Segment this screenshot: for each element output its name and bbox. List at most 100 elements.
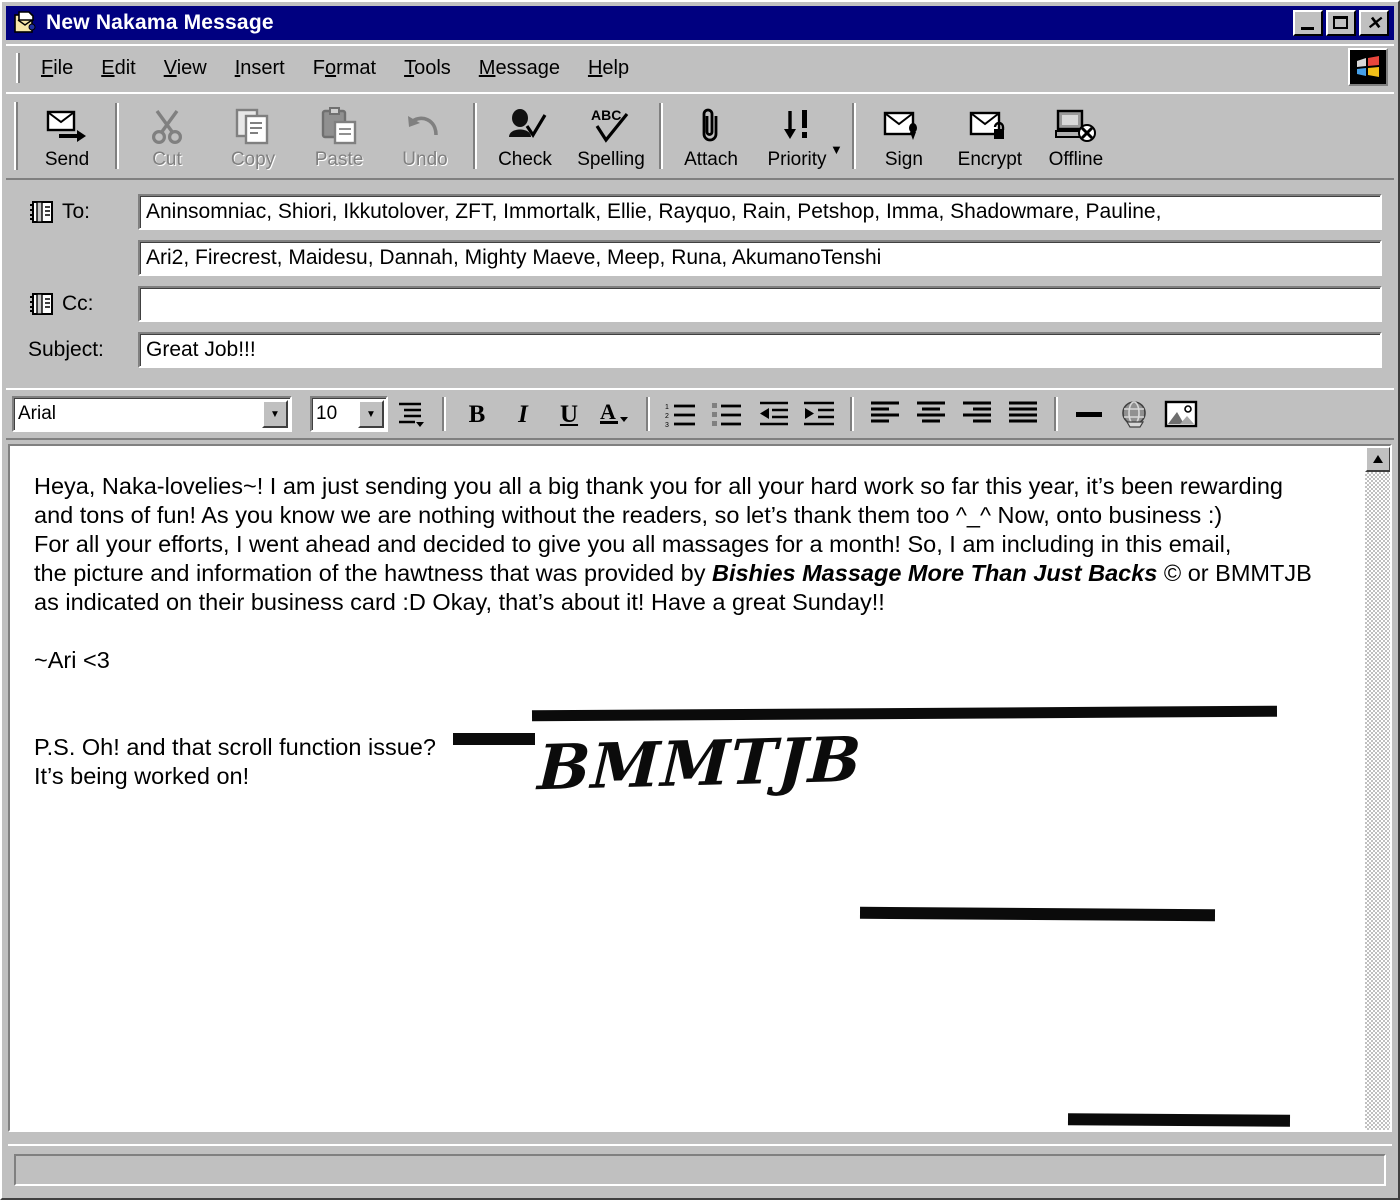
attach-button[interactable]: Attach (668, 94, 754, 178)
window-title: New Nakama Message (46, 11, 274, 34)
check-label: Check (498, 149, 552, 170)
card-bar-middle (859, 906, 1216, 922)
numbered-list-button[interactable]: 1 2 3 (658, 394, 704, 434)
increase-indent-icon (804, 401, 834, 426)
justify-icon (1009, 401, 1037, 423)
to-input-line2[interactable]: Ari2, Firecrest, Maidesu, Dannah, Mighty… (138, 240, 1382, 276)
check-names-button[interactable]: Check (482, 94, 568, 178)
menu-item-insert[interactable]: Insert (221, 53, 299, 84)
format-separator-4 (1054, 397, 1058, 431)
paragraph-style-icon (399, 402, 424, 427)
menu-item-message[interactable]: Message (465, 53, 574, 84)
to-label: To: (62, 200, 91, 223)
align-right-button[interactable] (954, 394, 1000, 434)
title-bar[interactable]: New Nakama Message ✕ (6, 6, 1394, 40)
subject-row: Subject: Great Job!!! (28, 330, 1382, 370)
offline-label: Offline (1048, 149, 1104, 170)
bold-icon: B (468, 400, 486, 428)
insert-picture-button[interactable] (1158, 394, 1204, 434)
menu-item-edit[interactable]: Edit (87, 53, 149, 84)
align-center-button[interactable] (908, 394, 954, 434)
paste-label: Paste (314, 149, 364, 170)
body-line-1: Heya, Naka-lovelies~! I am just sending … (34, 473, 1283, 499)
status-bar (8, 1144, 1392, 1190)
cut-button[interactable]: Cut (124, 94, 210, 178)
font-size-select[interactable]: 10 ▼ (310, 396, 388, 432)
spelling-button[interactable]: ABC Spelling (568, 94, 654, 178)
email-compose-window: New Nakama Message ✕ File Edit View Inse… (0, 0, 1400, 1200)
message-body-canvas[interactable]: Heya, Naka-lovelies~! I am just sending … (10, 446, 1364, 1130)
subject-input[interactable]: Great Job!!! (138, 332, 1382, 368)
italic-button[interactable]: I (500, 394, 546, 434)
offline-button[interactable]: Offline (1033, 94, 1119, 178)
abc-spellcheck-icon: ABC (587, 105, 635, 147)
message-body-text[interactable]: Heya, Naka-lovelies~! I am just sending … (10, 446, 1364, 791)
menu-item-help[interactable]: Help (574, 53, 643, 84)
maximize-button[interactable] (1326, 10, 1356, 36)
cc-label-group[interactable]: Cc: (28, 292, 138, 316)
body-line-4: the picture and information of the hawtn… (34, 559, 1344, 588)
to-label-group[interactable]: To: (28, 200, 138, 224)
svg-text:1: 1 (665, 404, 669, 411)
to-input-line1[interactable]: Aninsomniac, Shiori, Ikkutolover, ZFT, I… (138, 194, 1382, 230)
sign-envelope-icon (882, 105, 926, 147)
increase-indent-button[interactable] (796, 394, 842, 434)
priority-label: Priority (767, 149, 827, 170)
insert-hyperlink-button[interactable] (1112, 394, 1158, 434)
triangle-up-icon (1373, 455, 1383, 463)
justify-button[interactable] (1000, 394, 1046, 434)
menu-item-format[interactable]: Format (299, 53, 390, 84)
svg-text:2: 2 (665, 413, 669, 420)
bulleted-list-button[interactable] (704, 394, 750, 434)
message-header-fields: To: Aninsomniac, Shiori, Ikkutolover, ZF… (6, 184, 1394, 380)
align-right-icon (963, 401, 991, 423)
company-name-emphasis: Bishies Massage More Than Just Backs (711, 560, 1158, 586)
font-family-select[interactable]: Arial ▼ (12, 396, 292, 432)
copy-button[interactable]: Copy (210, 94, 296, 178)
toolbar-drag-grip[interactable] (14, 102, 18, 170)
horizontal-rule-button[interactable] (1066, 394, 1112, 434)
menu-item-view[interactable]: View (150, 53, 221, 84)
message-body-editor[interactable]: Heya, Naka-lovelies~! I am just sending … (8, 444, 1392, 1132)
body-ps-line-2: It’s being worked on! (34, 763, 250, 789)
encrypt-button[interactable]: Encrypt (947, 94, 1033, 178)
format-separator-3 (850, 397, 854, 431)
decrease-indent-button[interactable] (750, 394, 796, 434)
minimize-button[interactable] (1293, 10, 1323, 36)
align-left-button[interactable] (862, 394, 908, 434)
priority-button[interactable]: Priority (754, 94, 840, 178)
align-center-icon (917, 401, 945, 423)
bulleted-list-icon (712, 403, 741, 426)
body-signature: ~Ari <3 (34, 647, 110, 673)
toolbar-separator-3 (659, 103, 663, 169)
close-button[interactable]: ✕ (1359, 10, 1389, 36)
windows-flag-logo (1348, 48, 1388, 86)
underline-button[interactable]: U (546, 394, 592, 434)
scroll-up-button[interactable] (1365, 446, 1390, 472)
undo-label: Undo (402, 149, 448, 170)
card-bar-bottom (1067, 1113, 1291, 1127)
chevron-down-icon[interactable]: ▼ (830, 116, 843, 157)
body-vertical-scrollbar[interactable] (1364, 446, 1390, 1130)
menu-drag-grip[interactable] (16, 53, 20, 83)
toolbar-separator (115, 103, 119, 169)
body-line-3: For all your efforts, I went ahead and d… (34, 531, 1232, 557)
body-line-5: as indicated on their business card :D O… (34, 589, 885, 615)
encrypt-label: Encrypt (957, 149, 1023, 170)
paste-button[interactable]: Paste (296, 94, 382, 178)
undo-button[interactable]: Undo (382, 94, 468, 178)
menu-item-tools[interactable]: Tools (390, 53, 465, 84)
menu-item-file[interactable]: File (27, 53, 87, 84)
send-button[interactable]: Send (24, 94, 110, 178)
sign-button[interactable]: Sign (861, 94, 947, 178)
address-book-icon[interactable] (28, 293, 54, 315)
chevron-down-icon[interactable]: ▼ (358, 400, 384, 428)
toolbar-separator-4 (851, 103, 856, 169)
decrease-indent-icon (760, 401, 788, 426)
chevron-down-icon[interactable]: ▼ (262, 400, 288, 428)
paragraph-style-button[interactable] (388, 394, 434, 434)
bold-button[interactable]: B (454, 394, 500, 434)
cc-input[interactable] (138, 286, 1382, 322)
font-color-button[interactable]: A (592, 394, 638, 434)
address-book-icon[interactable] (28, 201, 54, 223)
